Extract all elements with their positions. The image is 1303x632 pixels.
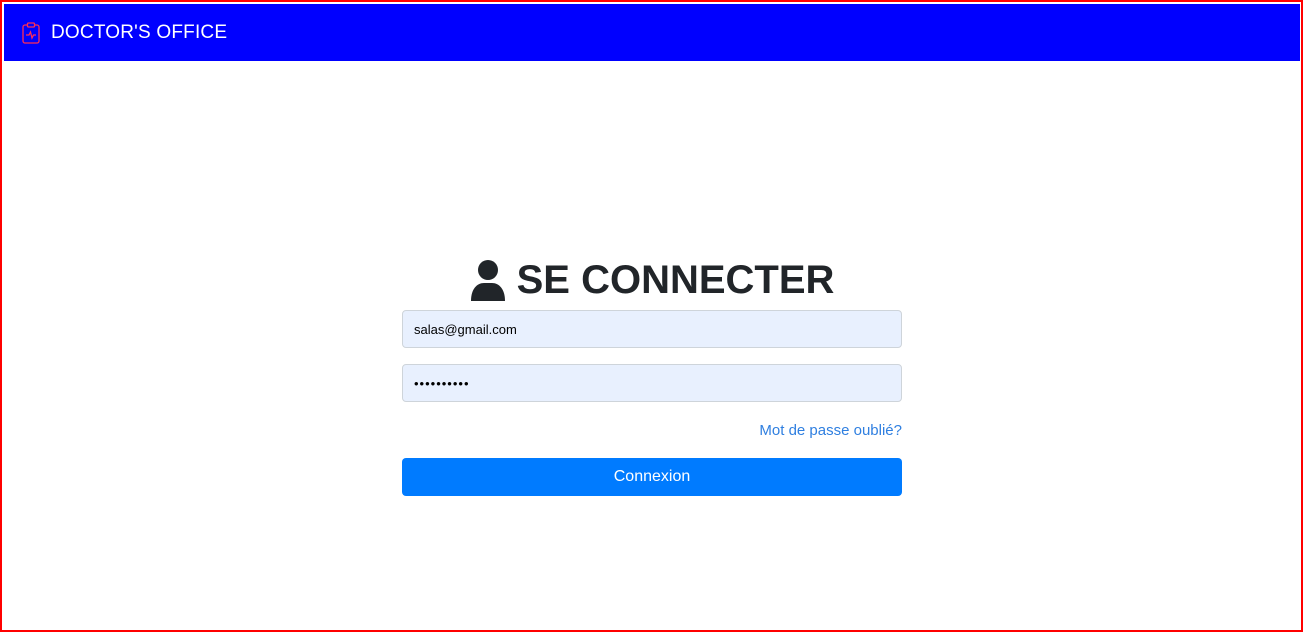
login-button[interactable]: Connexion bbox=[402, 458, 902, 496]
login-heading: SE CONNECTER bbox=[402, 254, 902, 306]
forgot-password-link[interactable]: Mot de passe oublié? bbox=[759, 422, 902, 439]
login-form: SE CONNECTER Mot de passe oublié? Connex… bbox=[402, 254, 902, 496]
user-icon bbox=[470, 259, 506, 301]
password-field[interactable] bbox=[402, 364, 902, 402]
email-field[interactable] bbox=[402, 310, 902, 348]
navbar: DOCTOR'S OFFICE bbox=[4, 4, 1300, 61]
forgot-row: Mot de passe oublié? bbox=[402, 402, 902, 458]
clipboard-pulse-icon bbox=[21, 21, 41, 44]
app-window: DOCTOR'S OFFICE SE CONNECTER Mot de pass… bbox=[0, 0, 1303, 632]
brand-name[interactable]: DOCTOR'S OFFICE bbox=[51, 22, 227, 44]
login-title: SE CONNECTER bbox=[516, 257, 835, 302]
